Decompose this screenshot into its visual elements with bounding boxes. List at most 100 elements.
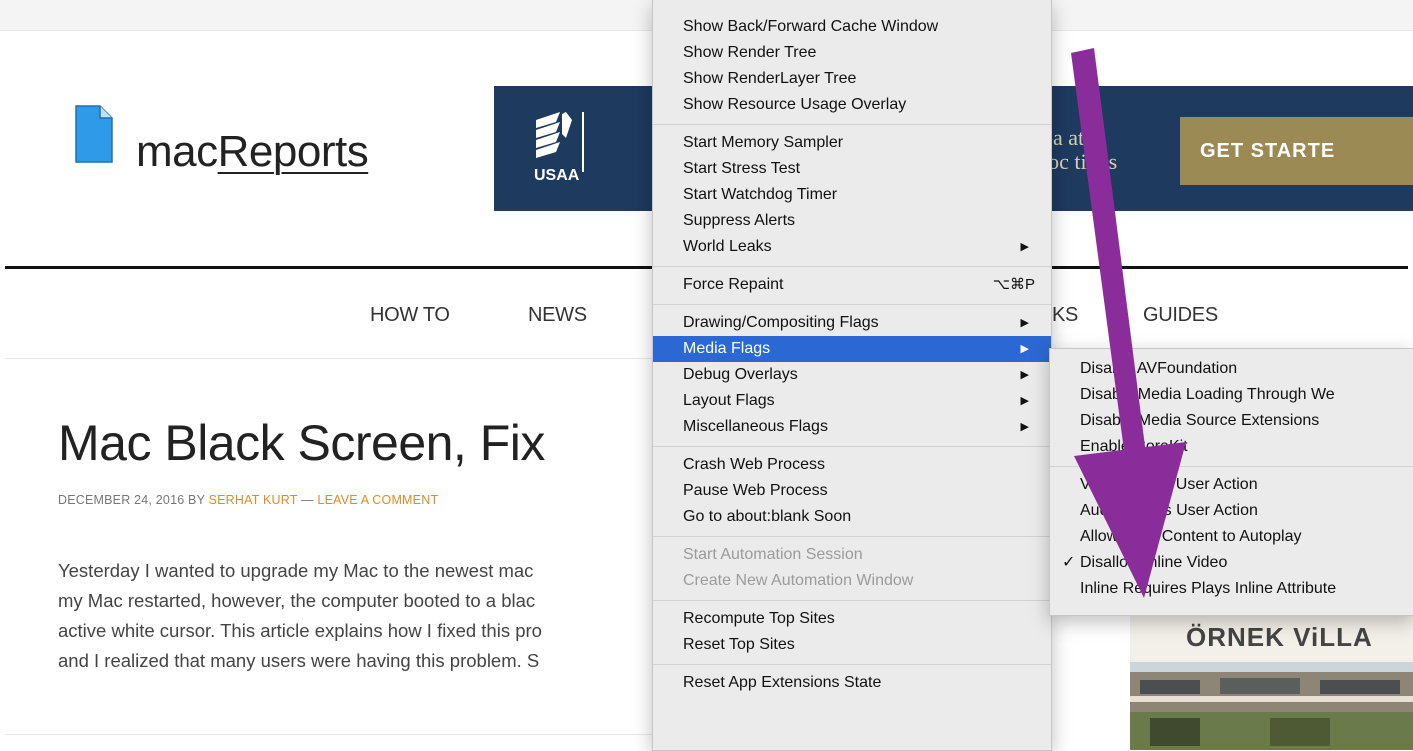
debug-menu[interactable]: Show Back/Forward Cache Window Show Rende… — [652, 0, 1052, 751]
menu-item-layout-flags[interactable]: Layout Flags ▶ — [653, 388, 1051, 414]
ad-get-started-button[interactable]: GET STARTE — [1180, 117, 1413, 185]
menu-item-label: Inline Requires Plays Inline Attribute — [1080, 580, 1337, 597]
sidebar-ad-title: ÖRNEK ViLLA — [1186, 622, 1373, 652]
menu-item-reset-app-extensions-state[interactable]: Reset App Extensions State — [653, 670, 1051, 696]
article-body-line: my Mac restarted, however, the computer … — [58, 590, 536, 611]
villa-photo — [1130, 662, 1413, 750]
menu-item-label: Allow Main Content to Autoplay — [1080, 528, 1302, 545]
article-body-line: and I realized that many users were havi… — [58, 650, 540, 671]
menu-separator — [1050, 466, 1413, 467]
nav-how-to[interactable]: HOW TO — [370, 304, 450, 327]
menu-item-label: Audio Needs User Action — [1080, 502, 1258, 519]
menu-item-disable-avfoundation[interactable]: Disable AVFoundation — [1050, 356, 1413, 382]
menu-item-label: Show RenderLayer Tree — [683, 70, 857, 87]
article-body-line: Yesterday I wanted to upgrade my Mac to … — [58, 560, 534, 581]
menu-item-disable-media-loading-through-we[interactable]: Disable Media Loading Through We — [1050, 382, 1413, 408]
keyboard-shortcut: ⌥⌘P — [992, 276, 1035, 293]
submenu-arrow-icon: ▶ — [1020, 317, 1029, 329]
menu-separator — [653, 124, 1051, 125]
menu-item-label: Crash Web Process — [683, 456, 825, 473]
site-logo[interactable]: macReports — [136, 127, 369, 176]
article-body: Yesterday I wanted to upgrade my Mac to … — [58, 556, 653, 676]
menu-item-start-watchdog-timer[interactable]: Start Watchdog Timer — [653, 182, 1051, 208]
menu-item-label: Disallow Inline Video — [1080, 554, 1228, 571]
submenu-arrow-icon: ▶ — [1020, 395, 1029, 407]
menu-item-reset-top-sites[interactable]: Reset Top Sites — [653, 632, 1051, 658]
menu-item-suppress-alerts[interactable]: Suppress Alerts — [653, 208, 1051, 234]
nav-links[interactable]: KS — [1052, 304, 1078, 327]
menu-item-audio-needs-user-action[interactable]: Audio Needs User Action — [1050, 498, 1413, 524]
menu-item-label: World Leaks — [683, 238, 772, 255]
menu-separator — [653, 446, 1051, 447]
menu-item-show-back-forward-cache-window[interactable]: Show Back/Forward Cache Window — [653, 14, 1051, 40]
menu-item-show-render-tree[interactable]: Show Render Tree — [653, 40, 1051, 66]
menu-item-crash-web-process[interactable]: Crash Web Process — [653, 452, 1051, 478]
author-link[interactable]: SERHAT KURT — [209, 493, 298, 507]
document-logo-icon[interactable] — [74, 104, 114, 164]
menu-item-allow-main-content-to-autoplay[interactable]: Allow Main Content to Autoplay — [1050, 524, 1413, 550]
usaa-brand-text: USAA — [534, 167, 580, 184]
menu-item-label: Reset Top Sites — [683, 636, 795, 653]
menu-item-world-leaks[interactable]: World Leaks ▶ — [653, 234, 1051, 260]
menu-item-pause-web-process[interactable]: Pause Web Process — [653, 478, 1051, 504]
menu-item-go-to-about-blank-soon[interactable]: Go to about:blank Soon — [653, 504, 1051, 530]
nav-guides[interactable]: GUIDES — [1143, 304, 1218, 327]
menu-item-label: Pause Web Process — [683, 482, 828, 499]
menu-item-label: Force Repaint — [683, 276, 784, 293]
submenu-arrow-icon: ▶ — [1020, 421, 1029, 433]
menu-item-label: Create New Automation Window — [683, 572, 914, 589]
menu-item-inline-requires-plays-inline-attribute[interactable]: Inline Requires Plays Inline Attribute — [1050, 576, 1413, 602]
article-title[interactable]: Mac Black Screen, Fix — [58, 414, 545, 472]
menu-item-force-repaint[interactable]: Force Repaint ⌥⌘P — [653, 272, 1051, 298]
menu-item-label: Video Needs User Action — [1080, 476, 1258, 493]
menu-item-label: Recompute Top Sites — [683, 610, 835, 627]
menu-item-label: Start Watchdog Timer — [683, 186, 838, 203]
ad-text-line2: loc tions — [1042, 149, 1118, 174]
menu-item-debug-overlays[interactable]: Debug Overlays ▶ — [653, 362, 1051, 388]
meta-date: DECEMBER 24, 2016 BY — [58, 493, 209, 507]
menu-item-label: Debug Overlays — [683, 366, 798, 383]
nav-news[interactable]: NEWS — [528, 304, 587, 327]
menu-item-label: Disable AVFoundation — [1080, 360, 1238, 377]
ad-text: pa at loc tions — [1042, 126, 1117, 174]
meta-separator: — — [297, 493, 318, 507]
menu-item-enable-corekit[interactable]: Enable CoreKit — [1050, 434, 1413, 460]
submenu-arrow-icon: ▶ — [1020, 369, 1029, 381]
menu-item-label: Start Memory Sampler — [683, 134, 844, 151]
submenu-arrow-icon: ▶ — [1020, 241, 1029, 253]
menu-item-disallow-inline-video[interactable]: ✓ Disallow Inline Video — [1050, 550, 1413, 576]
menu-item-label: Go to about:blank Soon — [683, 508, 852, 525]
article-divider — [5, 734, 655, 735]
menu-item-start-memory-sampler[interactable]: Start Memory Sampler — [653, 130, 1051, 156]
menu-separator — [653, 304, 1051, 305]
menu-item-show-resource-usage-overlay[interactable]: Show Resource Usage Overlay — [653, 92, 1051, 118]
menu-separator — [653, 266, 1051, 267]
article-meta: DECEMBER 24, 2016 BY SERHAT KURT — LEAVE… — [58, 493, 438, 507]
menu-item-label: Enable CoreKit — [1080, 438, 1188, 455]
menu-item-label: Show Back/Forward Cache Window — [683, 18, 939, 35]
menu-item-disable-media-source-extensions[interactable]: Disable Media Source Extensions — [1050, 408, 1413, 434]
menu-item-label: Reset App Extensions State — [683, 674, 882, 691]
ad-text-line1: pa at — [1042, 125, 1085, 150]
menu-item-media-flags[interactable]: Media Flags ▶ — [653, 336, 1051, 362]
menu-item-recompute-top-sites[interactable]: Recompute Top Sites — [653, 606, 1051, 632]
menu-item-create-new-automation-window: Create New Automation Window — [653, 568, 1051, 594]
menu-item-video-needs-user-action[interactable]: Video Needs User Action — [1050, 472, 1413, 498]
menu-separator — [653, 536, 1051, 537]
logo-text-underlined: Reports — [217, 127, 369, 176]
menu-item-label: Show Render Tree — [683, 44, 817, 61]
menu-item-miscellaneous-flags[interactable]: Miscellaneous Flags ▶ — [653, 414, 1051, 440]
logo-text-plain: mac — [136, 127, 218, 176]
menu-item-label: Start Stress Test — [683, 160, 801, 177]
menu-item-show-renderlayer-tree[interactable]: Show RenderLayer Tree — [653, 66, 1051, 92]
leave-comment-link[interactable]: LEAVE A COMMENT — [317, 493, 438, 507]
menu-item-label: Start Automation Session — [683, 546, 863, 563]
checkmark-icon: ✓ — [1062, 554, 1076, 571]
media-flags-submenu[interactable]: Disable AVFoundation Disable Media Loadin… — [1049, 348, 1413, 616]
menu-item-label: Disable Media Loading Through We — [1080, 386, 1335, 403]
menu-item-drawing-compositing-flags[interactable]: Drawing/Compositing Flags ▶ — [653, 310, 1051, 336]
menu-item-label: Show Resource Usage Overlay — [683, 96, 907, 113]
submenu-arrow-icon: ▶ — [1020, 343, 1029, 355]
usaa-eagle-logo: USAA — [534, 112, 584, 184]
menu-item-start-stress-test[interactable]: Start Stress Test — [653, 156, 1051, 182]
